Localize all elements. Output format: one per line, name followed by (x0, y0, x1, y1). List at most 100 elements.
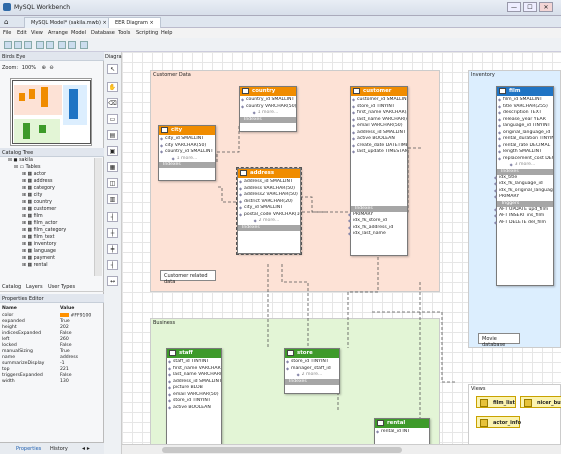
table-store[interactable]: store store_id TINYINT manager_staff_id … (284, 348, 340, 394)
relation-n-m-icon[interactable]: ╪ (107, 244, 118, 254)
zoom-out-icon[interactable]: ⊖ (49, 65, 53, 71)
align-icon[interactable] (68, 41, 76, 49)
tree-item-sakila[interactable]: ⊟ ◼ sakila (8, 158, 33, 164)
panel-nav-arrows-icon[interactable]: ◂ ▸ (82, 445, 90, 452)
image-tool-icon[interactable]: ▣ (107, 146, 118, 156)
menu-file[interactable]: File (3, 30, 11, 36)
tab-history[interactable]: History (50, 446, 68, 452)
tree-item[interactable]: ⊞ ▦ city (22, 193, 42, 199)
menu-view[interactable]: View (31, 30, 43, 36)
menu-edit[interactable]: Edit (17, 30, 27, 36)
diagram-canvas[interactable]: Customer Data Business Inventory Views c… (122, 52, 561, 454)
note-movie-database[interactable]: Movie database (478, 333, 520, 348)
tree-item[interactable]: ⊞ ▦ payment (22, 256, 55, 262)
column-row[interactable]: email VARCHAR(50) (351, 123, 407, 130)
new-model-icon[interactable] (4, 41, 12, 49)
relation-existing-icon[interactable]: ↔ (107, 276, 118, 286)
tab-layers[interactable]: Layers (26, 284, 43, 290)
open-model-icon[interactable] (14, 41, 22, 49)
table-header[interactable]: store (285, 349, 339, 358)
pointer-tool-icon[interactable]: ↖ (107, 64, 118, 74)
tree-item[interactable]: ⊞ ▦ address (22, 179, 52, 185)
zoom-value[interactable]: 100% (22, 65, 36, 71)
tree-item[interactable]: ⊞ ▦ film_actor (22, 221, 57, 227)
column-row[interactable]: customer_id SMALLINT (351, 97, 407, 104)
column-row[interactable]: country_id SMALLINT (159, 149, 215, 156)
view-actor-info[interactable]: actor_info (476, 416, 521, 428)
tab-user-types[interactable]: User Types (48, 284, 75, 290)
column-row[interactable]: language_id TINYINT (497, 123, 553, 130)
tree-item[interactable]: ⊞ ▦ film_text (22, 235, 55, 241)
relation-1-n-icon[interactable]: ┼ (107, 228, 118, 238)
birds-eye-minimap[interactable] (10, 78, 92, 146)
tree-item-tables[interactable]: ⊟ ▭ Tables (14, 165, 41, 171)
hand-tool-icon[interactable]: ✋ (107, 82, 118, 92)
index-row[interactable]: idx_last_name (351, 231, 407, 238)
save-icon[interactable] (24, 41, 32, 49)
tab-properties[interactable]: Properties (16, 446, 41, 452)
tree-item[interactable]: ⊞ ▦ language (22, 249, 56, 255)
prop-row[interactable]: width 130 (2, 379, 102, 385)
menu-arrange[interactable]: Arrange (48, 30, 68, 36)
table-header[interactable]: country (240, 87, 296, 96)
redo-icon[interactable] (46, 41, 54, 49)
relation-1-1-icon[interactable]: ┤ (107, 212, 118, 222)
menu-help[interactable]: Help (161, 30, 172, 36)
zoom-in-icon[interactable]: ⊕ (42, 65, 46, 71)
tree-item[interactable]: ⊞ ▦ inventory (22, 242, 56, 248)
tab-eer-diagram[interactable]: EER Diagram × (108, 17, 161, 28)
column-row[interactable]: last_update TIMESTAMP (351, 149, 407, 156)
trigger-row[interactable]: AFT DELETE del_film (497, 220, 553, 227)
table-tool-icon[interactable]: ▦ (107, 162, 118, 172)
eraser-tool-icon[interactable]: ⌫ (107, 98, 118, 108)
table-header[interactable]: film (497, 87, 553, 96)
column-row[interactable]: rental_duration TINYINT (497, 136, 553, 143)
indexes-header[interactable]: Indexes (240, 116, 296, 123)
table-city[interactable]: city city_id SMALLINT city VARCHAR(50) c… (158, 125, 216, 181)
grid-icon[interactable] (58, 41, 66, 49)
tab-model[interactable]: MySQL Model* (sakila.mwb) × (24, 17, 114, 28)
undo-icon[interactable] (36, 41, 44, 49)
tree-item[interactable]: ⊞ ▦ film (22, 214, 43, 220)
menu-scripting[interactable]: Scripting (136, 30, 158, 36)
menu-model[interactable]: Model (71, 30, 86, 36)
tree-scrollbar[interactable] (94, 158, 102, 276)
menu-tools[interactable]: Tools (118, 30, 130, 36)
layer-tool-icon[interactable]: ▭ (107, 114, 118, 124)
column-row[interactable]: first_name VARCHAR(45) (351, 110, 407, 117)
table-header[interactable]: address (238, 169, 300, 178)
maximize-button[interactable]: ☐ (523, 2, 537, 12)
indexes-header[interactable]: Indexes (285, 378, 339, 385)
table-header[interactable]: staff (167, 349, 221, 358)
table-country[interactable]: country country_id SMALLINT country VARC… (239, 86, 297, 132)
note-customer-data[interactable]: Customer related data (160, 270, 216, 285)
home-icon[interactable]: ⌂ (4, 18, 8, 26)
snap-icon[interactable] (80, 41, 88, 49)
table-customer[interactable]: customer customer_id SMALLINT store_id T… (350, 86, 408, 256)
menu-database[interactable]: Database (91, 30, 115, 36)
view-nicer-but-slower[interactable]: nicer_but_slower (520, 396, 561, 408)
table-header[interactable]: city (159, 126, 215, 135)
tree-item[interactable]: ⊞ ▦ film_category (22, 228, 66, 234)
table-film[interactable]: film film_id SMALLINT title VARCHAR(255)… (496, 86, 554, 286)
column-row[interactable]: country_id SMALLINT (240, 97, 296, 104)
tree-item[interactable]: ⊞ ▦ rental (22, 263, 48, 269)
canvas-horizontal-scrollbar[interactable] (122, 444, 561, 454)
table-header[interactable]: customer (351, 87, 407, 96)
routine-tool-icon[interactable]: ▥ (107, 194, 118, 204)
minimize-button[interactable]: — (507, 2, 521, 12)
table-staff[interactable]: staff staff_id TINYINT first_name VARCHA… (166, 348, 222, 448)
note-tool-icon[interactable]: ▤ (107, 130, 118, 140)
column-row[interactable]: address_id SMALLINT (238, 179, 300, 186)
tree-item[interactable]: ⊞ ▦ category (22, 186, 55, 192)
relation-1-1-id-icon[interactable]: ┤ (107, 260, 118, 270)
view-tool-icon[interactable]: ◫ (107, 178, 118, 188)
tree-item[interactable]: ⊞ ▦ actor (22, 172, 46, 178)
indexes-header[interactable]: Indexes (238, 224, 300, 231)
minimap-viewport[interactable] (12, 80, 91, 144)
column-row[interactable]: rental_id INT (375, 429, 429, 436)
indexes-header[interactable]: Indexes (159, 162, 215, 168)
scrollbar-thumb[interactable] (162, 447, 402, 453)
table-address[interactable]: address address_id SMALLINT address VARC… (236, 167, 302, 255)
table-header[interactable]: rental (375, 419, 429, 428)
